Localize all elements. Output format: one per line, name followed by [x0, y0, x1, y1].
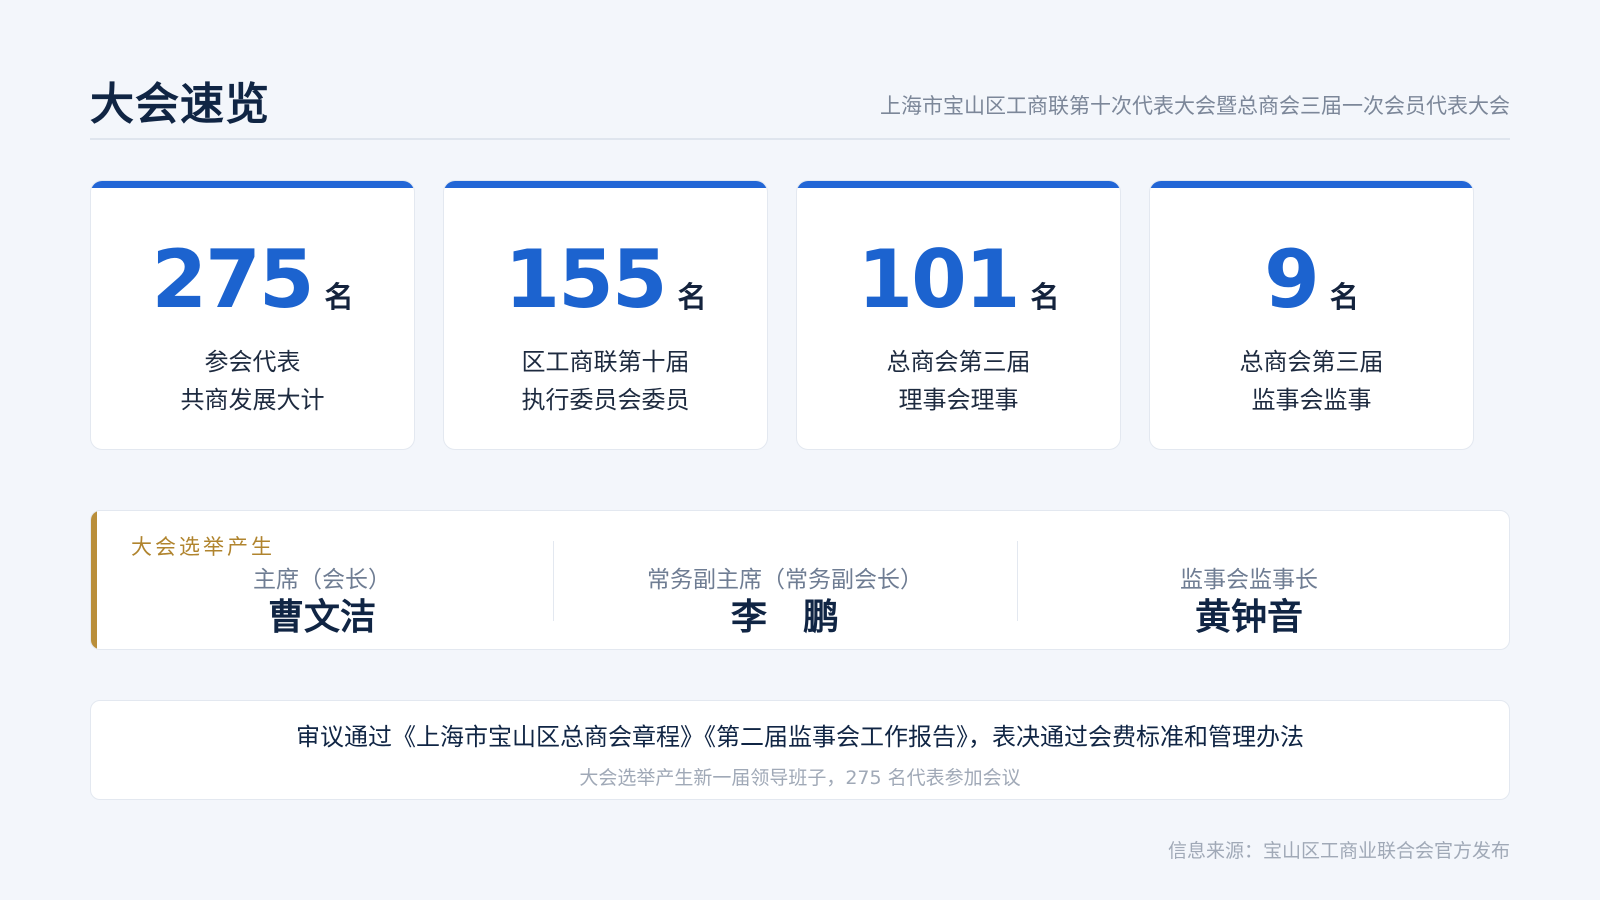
stat-number-row: 101 名 [797, 233, 1120, 326]
stat-description: 参会代表 共商发展大计 [91, 343, 414, 419]
stat-unit: 名 [1030, 280, 1060, 314]
stat-desc-line2: 监事会监事 [1251, 386, 1372, 414]
stat-desc-line2: 共商发展大计 [180, 386, 325, 414]
officer-name: 李 鹏 [730, 597, 839, 638]
stat-description: 总商会第三届 理事会理事 [797, 343, 1120, 419]
stat-card-executive-committee: 155 名 区工商联第十届 执行委员会委员 [443, 180, 768, 450]
page-header: 大会速览 上海市宝山区工商联第十次代表大会暨总商会三届一次会员代表大会 [90, 62, 1510, 140]
stat-number: 275 [151, 233, 314, 326]
resolution-sub-text: 大会选举产生新一届领导班子，275 名代表参加会议 [579, 767, 1021, 789]
stat-number: 155 [504, 233, 667, 326]
officer-role: 监事会监事长 [1180, 567, 1318, 593]
stat-description: 区工商联第十届 执行委员会委员 [444, 343, 767, 419]
officer-role: 常务副主席（常务副会长） [647, 567, 923, 593]
stat-card-delegates: 275 名 参会代表 共商发展大计 [90, 180, 415, 450]
stat-desc-line2: 执行委员会委员 [521, 386, 690, 414]
stat-number: 9 [1264, 233, 1320, 326]
stat-desc-line2: 理事会理事 [898, 386, 1019, 414]
stat-number-row: 275 名 [91, 233, 414, 326]
stat-description: 总商会第三届 监事会监事 [1150, 343, 1473, 419]
stat-desc-line1: 区工商联第十届 [521, 348, 690, 376]
stat-desc-line1: 总商会第三届 [886, 348, 1031, 376]
stat-unit: 名 [1329, 280, 1359, 314]
officer-name: 黄钟音 [1194, 597, 1303, 638]
page-subtitle: 上海市宝山区工商联第十次代表大会暨总商会三届一次会员代表大会 [880, 94, 1510, 118]
officer-executive-vice-chairman: 常务副主席（常务副会长） 李 鹏 [554, 564, 1016, 640]
stat-unit: 名 [677, 280, 707, 314]
stat-unit: 名 [324, 280, 354, 314]
stat-number-row: 155 名 [444, 233, 767, 326]
stat-card-council: 101 名 总商会第三届 理事会理事 [796, 180, 1121, 450]
source-note: 信息来源：宝山区工商业联合会官方发布 [1167, 840, 1510, 862]
stat-desc-line1: 参会代表 [204, 348, 301, 376]
officer-chairman: 主席（会长） 曹文洁 [91, 564, 553, 640]
stat-number: 101 [857, 233, 1020, 326]
officer-supervisory-chief: 监事会监事长 黄钟音 [1018, 564, 1480, 640]
page-title: 大会速览 [90, 79, 270, 130]
stat-desc-line1: 总商会第三届 [1239, 348, 1384, 376]
election-label: 大会选举产生 [131, 535, 275, 559]
officer-name: 曹文洁 [267, 597, 376, 638]
stat-number-row: 9名 [1150, 233, 1473, 326]
stats-section: 275 名 参会代表 共商发展大计 155 名 区工商联第十届 执行委员会委员 10… [90, 180, 1496, 450]
resolution-panel: 审议通过《上海市宝山区总商会章程》《第二届监事会工作报告》，表决通过会费标准和管… [90, 700, 1510, 800]
resolution-main-text: 审议通过《上海市宝山区总商会章程》《第二届监事会工作报告》，表决通过会费标准和管… [296, 723, 1304, 751]
stat-card-supervisors: 9名 总商会第三届 监事会监事 [1149, 180, 1474, 450]
officer-role: 主席（会长） [253, 567, 391, 593]
election-panel: 大会选举产生 主席（会长） 曹文洁 常务副主席（常务副会长） 李 鹏 监事会监事… [90, 510, 1510, 650]
